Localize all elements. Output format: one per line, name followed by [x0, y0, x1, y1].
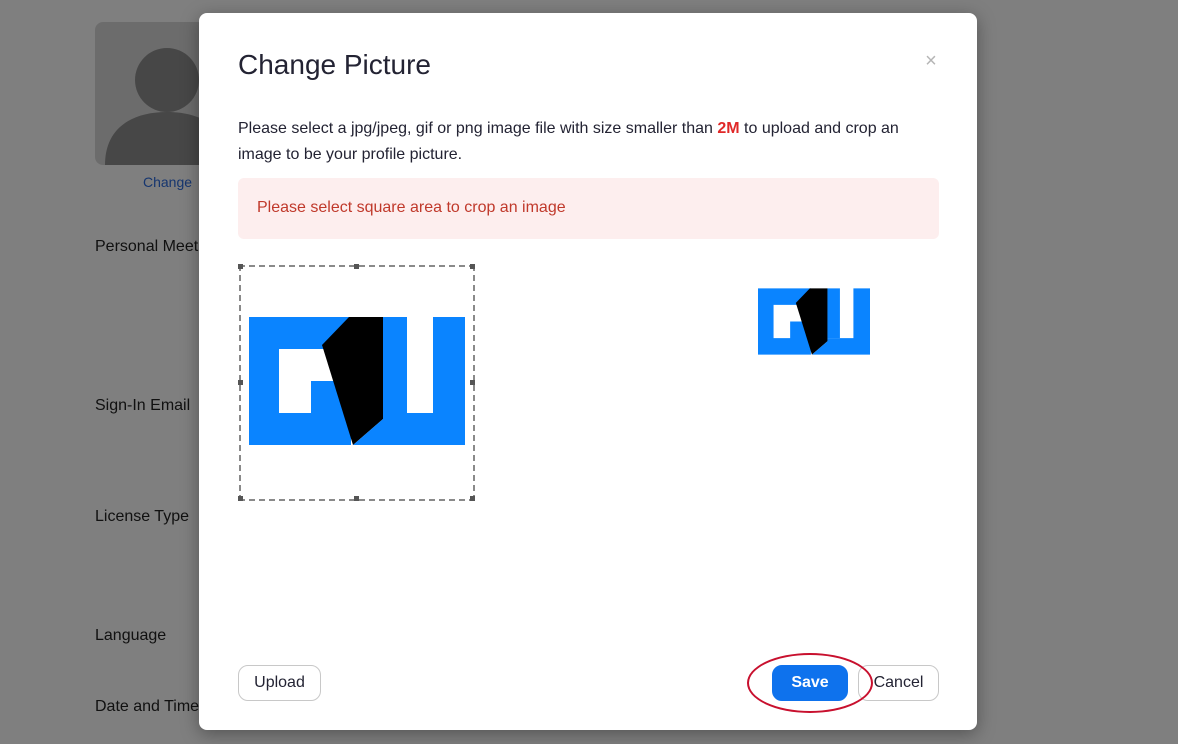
crop-handle-bottom-left[interactable]: [238, 496, 243, 501]
upload-button[interactable]: Upload: [238, 665, 321, 701]
dialog-description: Please select a jpg/jpeg, gif or png ima…: [238, 116, 938, 168]
crop-area[interactable]: [238, 264, 476, 502]
crop-selection-frame[interactable]: [239, 265, 475, 501]
crop-handle-right[interactable]: [470, 380, 475, 385]
save-button[interactable]: Save: [772, 665, 848, 701]
crop-handle-bottom-right[interactable]: [470, 496, 475, 501]
change-picture-dialog: Change Picture × Please select a jpg/jpe…: [199, 13, 977, 730]
description-text-start: Please select a jpg/jpeg, gif or png ima…: [238, 120, 718, 137]
crop-handle-top[interactable]: [354, 264, 359, 269]
size-limit: 2M: [717, 120, 740, 137]
crop-handle-top-right[interactable]: [470, 264, 475, 269]
crop-alert-text: Please select square area to crop an ima…: [257, 199, 566, 216]
cancel-button[interactable]: Cancel: [858, 665, 939, 701]
crop-handle-left[interactable]: [238, 380, 243, 385]
crop-handle-top-left[interactable]: [238, 264, 243, 269]
crop-handle-bottom[interactable]: [354, 496, 359, 501]
dialog-title: Change Picture: [238, 49, 432, 80]
crop-preview-image: [758, 288, 870, 355]
crop-alert: Please select square area to crop an ima…: [238, 178, 939, 239]
close-icon[interactable]: ×: [921, 51, 941, 71]
